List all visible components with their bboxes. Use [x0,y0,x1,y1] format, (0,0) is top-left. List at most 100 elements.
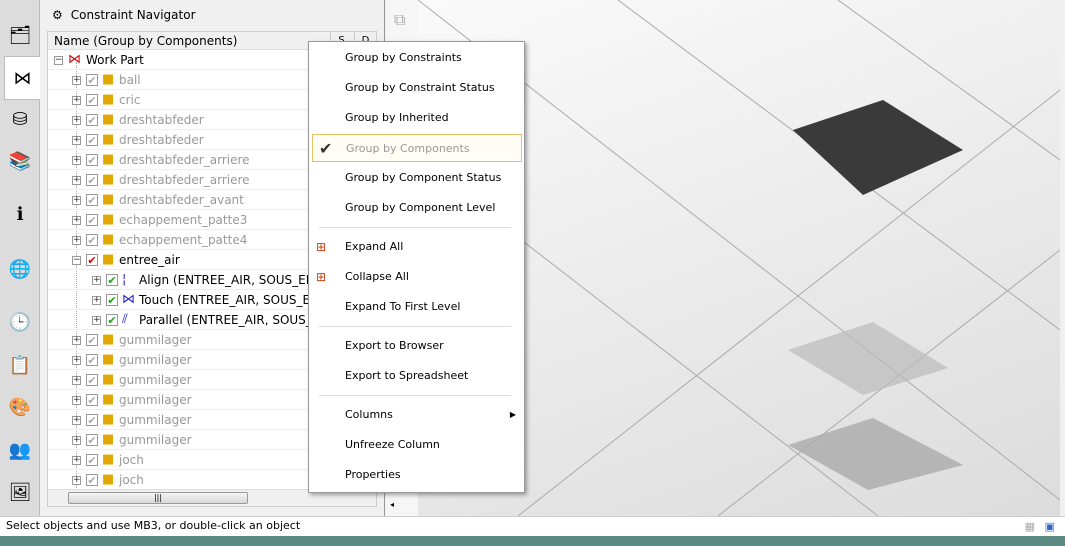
menu-item-label: Group by Component Level [345,201,496,214]
constraint-navigator-icon[interactable]: ⋈ [4,56,40,100]
pin-icon[interactable]: ⧉ [394,10,405,30]
menu-item-group-by-inherited[interactable]: Group by Inherited [309,104,524,132]
checkbox[interactable]: ✔ [86,94,98,106]
menu-item-label: Group by Component Status [345,171,502,184]
roles-icon[interactable]: 👥 [8,439,32,463]
menu-item-label: Properties [345,468,401,481]
expand-toggle[interactable]: + [72,356,81,365]
component-icon: ■ [102,72,115,87]
collapse-toggle[interactable]: − [54,56,63,65]
history-icon[interactable]: 🕒 [8,311,32,335]
checkbox[interactable]: ✔ [86,74,98,86]
selection-icon[interactable]: ▦ [1025,518,1035,536]
tree-row-label: joch [119,453,144,467]
tree-row-label: entree_air [119,253,180,267]
checkbox[interactable]: ✔ [86,454,98,466]
taskbar-strip [0,536,1065,546]
expand-toggle[interactable]: + [72,476,81,485]
system-scenes-icon[interactable]: 🖼 [8,481,32,505]
checkbox[interactable]: ✔ [106,294,118,306]
checkbox[interactable]: ✔ [86,254,98,266]
expand-toggle[interactable]: + [72,156,81,165]
menu-item-group-by-components[interactable]: ✔ Group by Components [312,134,522,162]
info-icon[interactable]: ℹ [8,203,32,227]
menu-item-properties[interactable]: Properties [309,461,524,489]
menu-item-label: Export to Spreadsheet [345,369,469,382]
expand-toggle[interactable]: + [72,176,81,185]
checkbox[interactable]: ✔ [86,434,98,446]
tree-row-label: gummilager [119,333,192,347]
menu-item-group-by-constraint-status[interactable]: Group by Constraint Status [309,74,524,102]
reuse-library-icon[interactable]: 📚 [8,150,32,174]
expand-toggle[interactable]: + [72,96,81,105]
expand-toggle[interactable]: + [92,296,101,305]
expand-toggle[interactable]: + [72,116,81,125]
menu-item-export-to-spreadsheet[interactable]: Export to Spreadsheet [309,362,524,390]
expand-toggle[interactable]: + [72,396,81,405]
expand-toggle[interactable]: + [72,136,81,145]
expand-toggle[interactable]: + [72,436,81,445]
expand-toggle[interactable]: + [72,76,81,85]
assembly-navigator-icon[interactable]: 🗂 [8,24,32,48]
menu-item-label: Expand All [345,240,404,253]
menu-item-group-by-component-level[interactable]: Group by Component Level [309,194,524,222]
checkbox[interactable]: ✔ [86,474,98,486]
checkbox[interactable]: ✔ [86,114,98,126]
checkbox[interactable]: ✔ [106,314,118,326]
checkbox[interactable]: ✔ [86,394,98,406]
tree-row-label: gummilager [119,373,192,387]
menu-item-columns[interactable]: Columns ▶ [309,401,524,429]
visualization-icon[interactable]: 🎨 [8,396,32,420]
expand-toggle[interactable]: + [72,416,81,425]
checkbox[interactable]: ✔ [86,414,98,426]
menu-separator [319,326,511,327]
tree-row-label: dreshtabfeder_arriere [119,173,250,187]
menu-item-expand-to-first-level[interactable]: Expand To First Level [309,293,524,321]
checkbox[interactable]: ✔ [86,154,98,166]
tree-row-label: dreshtabfeder_arriere [119,153,250,167]
expand-toggle[interactable]: + [72,336,81,345]
checkbox[interactable]: ✔ [86,334,98,346]
menu-item-group-by-component-status[interactable]: Group by Component Status [309,164,524,192]
collapse-arrow-icon[interactable]: ◂ [390,500,394,509]
collapse-toggle[interactable]: − [72,256,81,265]
expand-toggle[interactable]: + [92,276,101,285]
checkbox[interactable]: ✔ [86,174,98,186]
web-browser-icon[interactable]: 🌐 [8,258,32,282]
menu-item-group-by-constraints[interactable]: Group by Constraints [309,44,524,72]
checkbox[interactable]: ✔ [86,194,98,206]
tree-row-label: Parallel (ENTREE_AIR, SOUS_ENS [139,313,336,327]
expand-toggle[interactable]: + [72,196,81,205]
checkbox[interactable]: ✔ [86,234,98,246]
name-column-header[interactable]: Name (Group by Components) [54,34,237,48]
panel-title: ⚙ Constraint Navigator [52,8,196,22]
menu-item-export-to-browser[interactable]: Export to Browser [309,332,524,360]
tree-row-label: gummilager [119,413,192,427]
tree-row-label: gummilager [119,433,192,447]
fullscreen-icon[interactable]: ▣ [1045,518,1055,536]
process-studio-icon[interactable]: 📋 [8,354,32,378]
expand-toggle[interactable]: + [72,236,81,245]
expand-toggle[interactable]: + [72,456,81,465]
scroll-thumb[interactable]: ||| [68,492,248,504]
menu-item-unfreeze-column[interactable]: Unfreeze Column [309,431,524,459]
resource-bar: 🗂 ⋈ ⛁ 📚 ℹ 🌐 🕒 📋 🎨 👥 🖼 [0,0,40,516]
checkbox[interactable]: ✔ [86,214,98,226]
tree-row-label: gummilager [119,393,192,407]
menu-item-expand-all[interactable]: ⊞ Expand All [309,233,524,261]
tree-row-label: dreshtabfeder_avant [119,193,244,207]
checkbox[interactable]: ✔ [86,354,98,366]
work-part-icon: ⋈ [68,52,81,67]
checkbox[interactable]: ✔ [86,374,98,386]
expand-toggle[interactable]: + [72,216,81,225]
component-icon: ■ [102,472,115,487]
checkbox[interactable]: ✔ [86,134,98,146]
menu-item-collapse-all[interactable]: ⊞ Collapse All [309,263,524,291]
checkbox[interactable]: ✔ [106,274,118,286]
tree-row-label: dreshtabfeder [119,113,204,127]
component-icon: ■ [102,452,115,467]
expand-toggle[interactable]: + [72,376,81,385]
part-navigator-icon[interactable]: ⛁ [8,108,32,132]
tree-row-label: Work Part [86,53,144,67]
expand-toggle[interactable]: + [92,316,101,325]
